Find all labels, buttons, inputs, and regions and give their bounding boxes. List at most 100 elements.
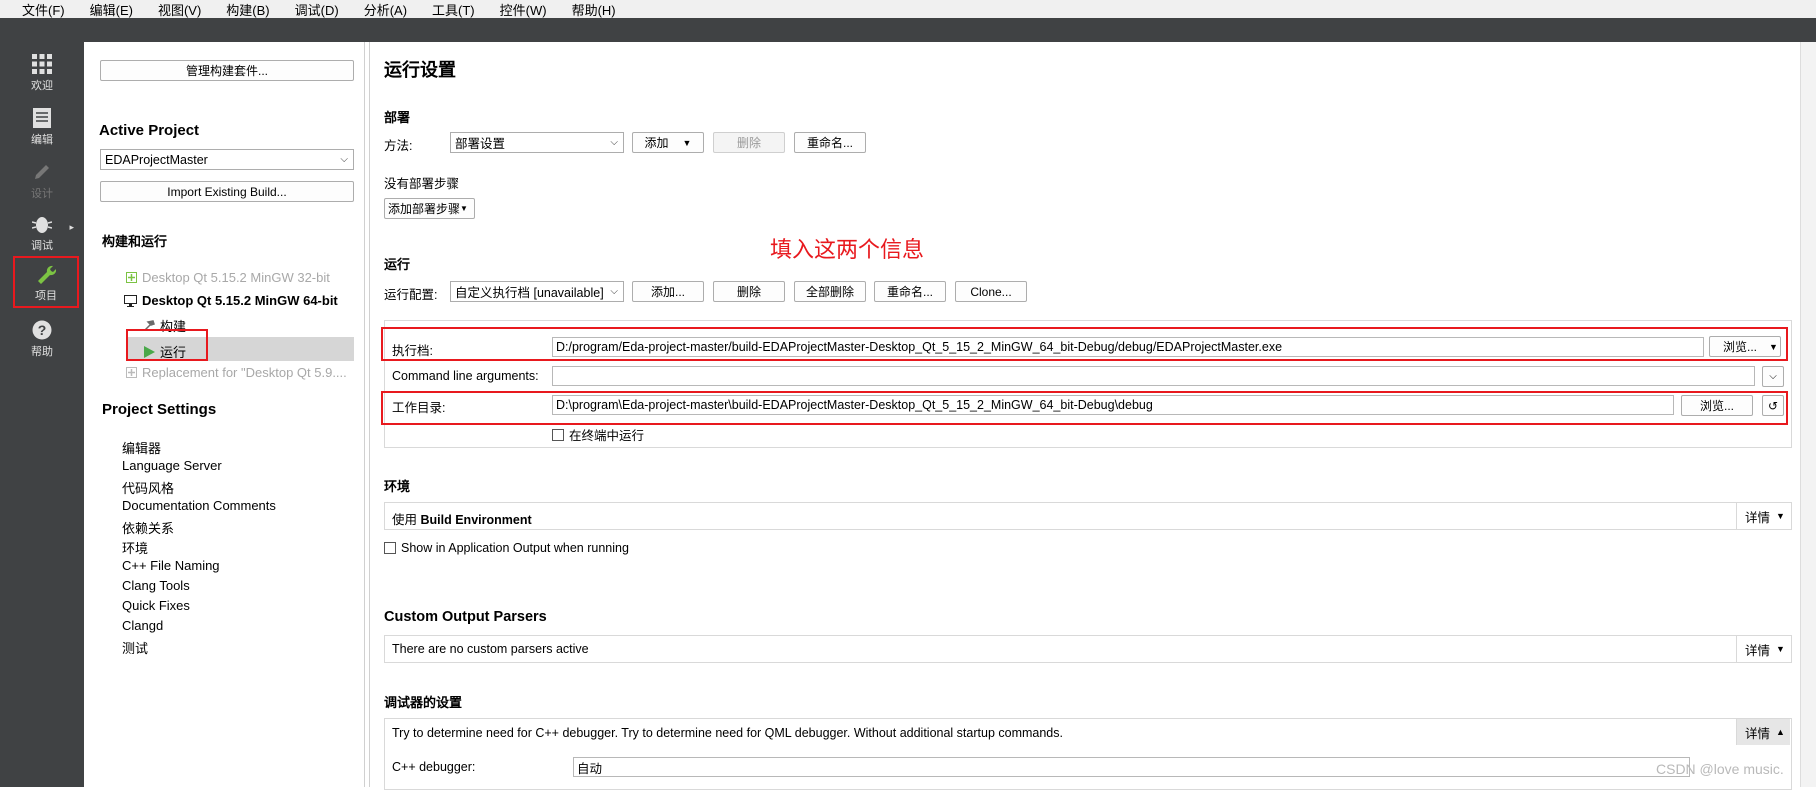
settings-item-cpp-file-naming[interactable]: C++ File Naming — [122, 558, 220, 573]
run-title: 运行 — [384, 257, 411, 272]
menu-edit[interactable]: 编辑(E) — [74, 0, 142, 19]
debugger-details-button[interactable]: 详情 ▲ — [1736, 719, 1790, 745]
settings-item-language-server[interactable]: Language Server — [122, 458, 222, 473]
deploy-remove-button: 删除 — [713, 132, 785, 153]
menu-debug[interactable]: 调试(D) — [279, 0, 348, 19]
kit-run-item[interactable]: 运行 — [144, 342, 186, 361]
run-in-terminal-checkbox[interactable]: 在终端中运行 — [552, 425, 644, 444]
menu-build[interactable]: 构建(B) — [210, 0, 278, 19]
mode-edit[interactable]: 编辑 — [14, 102, 70, 152]
mode-sidebar: 欢迎 编辑 设计 调试 ▸ 项目 ? 帮助 — [0, 18, 84, 787]
settings-item-quick-fixes[interactable]: Quick Fixes — [122, 598, 190, 613]
settings-item-editor[interactable]: 编辑器 — [122, 438, 161, 457]
mode-welcome-label: 欢迎 — [31, 80, 53, 92]
chevron-down-icon: ⌵ — [610, 137, 618, 148]
no-deploy-steps-label: 没有部署步骤 — [384, 177, 460, 191]
import-existing-build-button[interactable]: Import Existing Build... — [100, 181, 354, 202]
workdir-label: 工作目录: — [392, 401, 446, 415]
parsers-details-button[interactable]: 详情 ▼ — [1736, 636, 1790, 662]
parsers-box — [384, 635, 1792, 663]
show-output-label: Show in Application Output when running — [401, 541, 629, 555]
menu-tools[interactable]: 工具(T) — [416, 0, 484, 19]
build-run-title: 构建和运行 — [102, 234, 168, 249]
kit-item-64bit[interactable]: Desktop Qt 5.15.2 MinGW 64-bit — [124, 293, 338, 308]
mode-projects[interactable]: 项目 — [13, 256, 79, 308]
run-config-select[interactable]: 自定义执行档 [unavailable] ⌵ — [450, 281, 624, 302]
workdir-field[interactable]: D:\program\Eda-project-master\build-EDAP… — [552, 395, 1674, 415]
args-expand-button[interactable]: ⌵ — [1762, 366, 1784, 387]
kit-replacement-label: Replacement for "Desktop Qt 5.9.... — [142, 365, 347, 380]
args-label: Command line arguments: — [392, 369, 539, 383]
env-title: 环境 — [384, 479, 411, 494]
project-panel: 管理构建套件... Active Project EDAProjectMaste… — [84, 42, 368, 787]
run-add-button[interactable]: 添加... — [632, 281, 704, 302]
deploy-method-select[interactable]: 部署设置 ⌵ — [450, 132, 624, 153]
kit-item-32bit[interactable]: Desktop Qt 5.15.2 MinGW 32-bit — [126, 270, 330, 285]
run-rename-button[interactable]: 重命名... — [874, 281, 946, 302]
executable-browse-button[interactable]: 浏览... ▼ — [1709, 336, 1781, 357]
active-project-value: EDAProjectMaster — [105, 152, 208, 167]
menu-bar: 文件(F) 编辑(E) 视图(V) 构建(B) 调试(D) 分析(A) 工具(T… — [0, 0, 1816, 18]
document-icon — [33, 108, 51, 128]
settings-item-clangd[interactable]: Clangd — [122, 618, 163, 633]
mode-welcome[interactable]: 欢迎 — [14, 48, 70, 98]
settings-item-testing[interactable]: 测试 — [122, 638, 148, 657]
caret-down-icon: ▼ — [1776, 511, 1785, 521]
deploy-method-value: 部署设置 — [455, 137, 506, 151]
manage-kits-button[interactable]: 管理构建套件... — [100, 60, 354, 81]
chevron-down-icon: ⌵ — [340, 154, 348, 165]
settings-item-dependencies[interactable]: 依赖关系 — [122, 518, 174, 537]
settings-item-doc-comments[interactable]: Documentation Comments — [122, 498, 276, 513]
menu-file[interactable]: 文件(F) — [6, 0, 74, 19]
caret-up-icon: ▲ — [1776, 727, 1785, 737]
env-summary: 使用 Build Environment — [392, 509, 532, 528]
cpp-debugger-select[interactable]: 自动 — [573, 757, 1690, 777]
cpp-debugger-value: 自动 — [577, 761, 603, 776]
add-deploy-step-button[interactable]: 添加部署步骤 ▼ — [384, 198, 475, 219]
settings-item-code-style[interactable]: 代码风格 — [122, 478, 174, 497]
project-settings-title: Project Settings — [102, 401, 217, 418]
run-remove-all-button[interactable]: 全部删除 — [794, 281, 866, 302]
mode-design: 设计 — [14, 156, 70, 206]
settings-item-environment[interactable]: 环境 — [122, 538, 148, 557]
executable-browse-label: 浏览... — [1723, 340, 1758, 354]
annotation-text: 填入这两个信息 — [770, 237, 925, 262]
args-field[interactable] — [552, 366, 1755, 386]
workdir-reset-button[interactable]: ↺ — [1762, 395, 1784, 416]
deploy-rename-button[interactable]: 重命名... — [794, 132, 866, 153]
chevron-right-icon: ▸ — [69, 222, 74, 232]
mode-help-label: 帮助 — [31, 346, 53, 358]
menu-help[interactable]: 帮助(H) — [556, 0, 625, 19]
vertical-scrollbar[interactable] — [1800, 42, 1816, 787]
mode-design-label: 设计 — [31, 188, 53, 200]
kit-32bit-label: Desktop Qt 5.15.2 MinGW 32-bit — [142, 270, 330, 285]
kit-replacement-item[interactable]: Replacement for "Desktop Qt 5.9.... — [126, 365, 347, 380]
mode-help[interactable]: ? 帮助 — [14, 314, 70, 364]
executable-label: 执行档: — [392, 344, 433, 358]
caret-down-icon: ▼ — [682, 137, 692, 148]
menu-widgets[interactable]: 控件(W) — [484, 0, 556, 19]
kit-64bit-label: Desktop Qt 5.15.2 MinGW 64-bit — [142, 293, 338, 308]
executable-field[interactable]: D:/program/Eda-project-master/build-EDAP… — [552, 337, 1704, 357]
active-project-select[interactable]: EDAProjectMaster ⌵ — [100, 149, 354, 170]
workdir-browse-button[interactable]: 浏览... — [1681, 395, 1753, 416]
mode-projects-label: 项目 — [35, 290, 57, 302]
debugger-details-label: 详情 — [1745, 726, 1771, 741]
add-kit-icon — [126, 367, 137, 378]
run-clone-button[interactable]: Clone... — [955, 281, 1027, 302]
show-output-checkbox[interactable]: Show in Application Output when running — [384, 541, 629, 555]
run-remove-button[interactable]: 删除 — [713, 281, 785, 302]
caret-down-icon: ▼ — [460, 204, 468, 213]
env-details-button[interactable]: 详情 ▼ — [1736, 503, 1790, 529]
deploy-add-button[interactable]: 添加 ▼ — [632, 132, 704, 153]
menu-analyze[interactable]: 分析(A) — [348, 0, 416, 19]
add-deploy-step-label: 添加部署步骤 — [388, 202, 461, 216]
svg-text:?: ? — [38, 322, 47, 338]
settings-item-clang-tools[interactable]: Clang Tools — [122, 578, 190, 593]
mode-debug[interactable]: 调试 ▸ — [14, 208, 74, 258]
parsers-details-label: 详情 — [1745, 643, 1771, 658]
mode-edit-label: 编辑 — [31, 134, 53, 146]
panel-splitter[interactable] — [364, 42, 370, 787]
deploy-add-label: 添加 — [644, 136, 669, 150]
menu-view[interactable]: 视图(V) — [142, 0, 210, 19]
